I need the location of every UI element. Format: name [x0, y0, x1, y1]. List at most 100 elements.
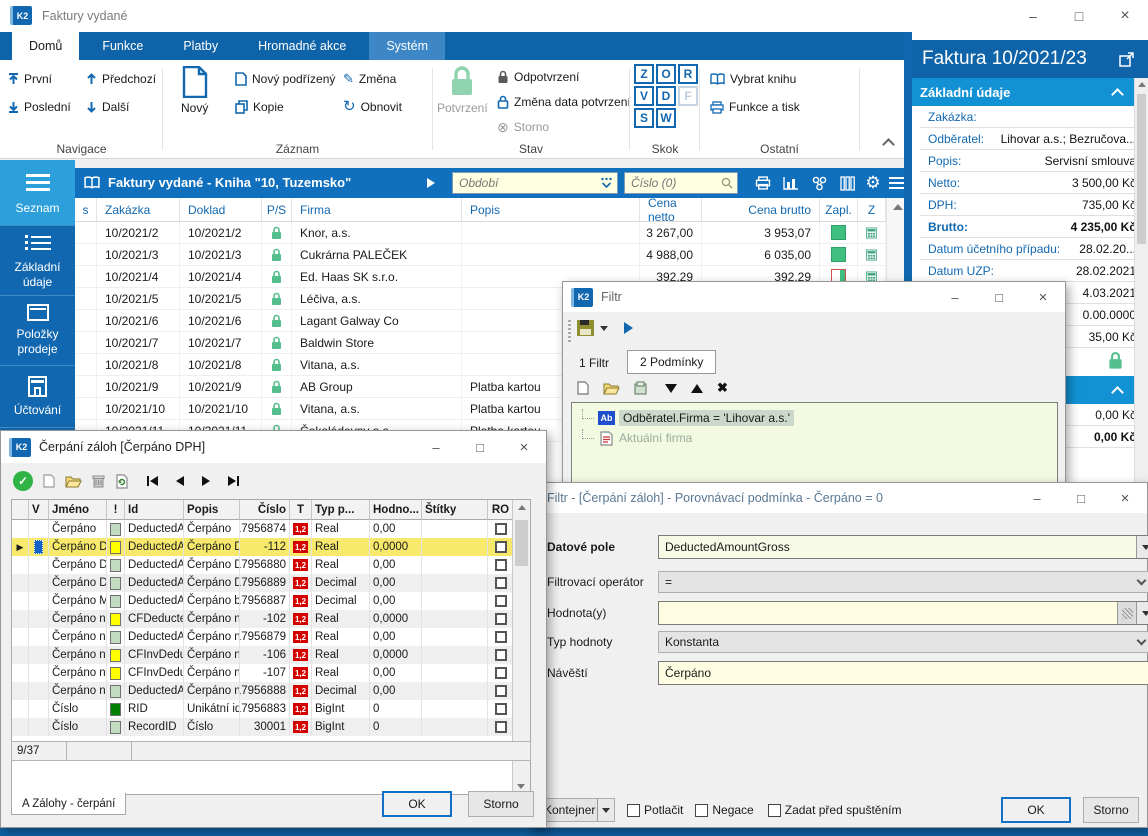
- checkbox-zadat-pred-spustenim[interactable]: Zadat před spuštěním: [768, 803, 902, 817]
- confirm-button[interactable]: Potvrzení: [437, 66, 488, 115]
- readonly-checkbox[interactable]: [495, 703, 507, 715]
- col-header-popis[interactable]: Popis: [462, 198, 640, 221]
- col-header-flag[interactable]: !: [107, 500, 125, 520]
- table-row[interactable]: Čerpáno DF DeductedA Čerpáno DF 17956889…: [12, 574, 530, 592]
- readonly-checkbox[interactable]: [495, 523, 507, 535]
- storno-button[interactable]: ⊗ Storno: [497, 116, 549, 138]
- print-icon[interactable]: [752, 173, 774, 193]
- table-row[interactable]: ▶ Čerpáno DF DeductedA Čerpáno DF -112 1…: [12, 538, 530, 556]
- readonly-checkbox[interactable]: [495, 685, 507, 697]
- scroll-down-icon[interactable]: [517, 784, 525, 789]
- col-header-ro[interactable]: RO: [488, 500, 514, 520]
- bottom-tab-zalohy-cerpani[interactable]: A Zálohy - čerpání: [11, 793, 126, 815]
- open-folder-icon[interactable]: [65, 475, 82, 488]
- col-header-cislo[interactable]: Číslo: [240, 500, 290, 520]
- next-record-icon[interactable]: [202, 476, 210, 486]
- jump-o-button[interactable]: O: [656, 64, 676, 84]
- checkbox-icon[interactable]: [695, 804, 708, 817]
- operator-combo[interactable]: =: [658, 571, 1148, 593]
- readonly-checkbox[interactable]: [495, 577, 507, 589]
- col-header-ps[interactable]: P/S: [262, 198, 292, 221]
- change-button[interactable]: ✎ Změna: [343, 68, 396, 90]
- col-header-zakazka[interactable]: Zakázka: [97, 198, 180, 221]
- table-row[interactable]: Čerpáno ne CFInvDedu Čerpáno na -107 1,2…: [12, 664, 530, 682]
- copy-button[interactable]: Kopie: [235, 96, 284, 118]
- close-button[interactable]: ×: [1103, 483, 1147, 513]
- table-row[interactable]: 10/2021/3 10/2021/3 Cukrárna PALEČEK 4 9…: [75, 244, 908, 266]
- new-condition-icon[interactable]: [577, 381, 589, 395]
- col-header-id[interactable]: Id: [125, 500, 184, 520]
- tab-platby[interactable]: Platby: [166, 32, 235, 60]
- confirm-check-icon[interactable]: ✓: [13, 471, 33, 491]
- readonly-checkbox[interactable]: [495, 595, 507, 607]
- table-row[interactable]: Čerpáno ne DeductedA Čerpáno ne 17956888…: [12, 682, 530, 700]
- change-confirm-date-button[interactable]: Změna data potvrzení: [497, 91, 631, 113]
- functions-print-button[interactable]: Funkce a tisk: [710, 96, 800, 118]
- table-row[interactable]: Čerpáno DeductedA Čerpáno 17956874 1,2 R…: [12, 520, 530, 538]
- readonly-checkbox[interactable]: [495, 541, 507, 553]
- col-header-doklad[interactable]: Doklad: [180, 198, 262, 221]
- table-row[interactable]: Čerpáno DF DeductedA Čerpáno DF 17956880…: [12, 556, 530, 574]
- jump-v-button[interactable]: V: [634, 86, 654, 106]
- tab-hromadne-akce[interactable]: Hromadné akce: [241, 32, 363, 60]
- checkbox-negace[interactable]: Negace: [695, 803, 753, 817]
- col-header-cena-netto[interactable]: Cena netto: [640, 198, 702, 221]
- table-row[interactable]: Čerpáno ne DeductedA Čerpáno ne 17956879…: [12, 628, 530, 646]
- readonly-checkbox[interactable]: [495, 667, 507, 679]
- close-button[interactable]: ×: [1021, 282, 1065, 312]
- package-icon[interactable]: [634, 381, 647, 395]
- save-dropdown-icon[interactable]: [600, 326, 608, 331]
- new-button[interactable]: Nový: [181, 66, 208, 115]
- minimize-button[interactable]: –: [414, 431, 458, 463]
- table-row[interactable]: Čerpáno ne CFDeducte Čerpáno ne -102 1,2…: [12, 610, 530, 628]
- jump-w-button[interactable]: W: [656, 108, 676, 128]
- save-filter-icon[interactable]: [577, 320, 594, 336]
- open-external-icon[interactable]: [1119, 52, 1134, 67]
- move-up-icon[interactable]: [691, 384, 703, 393]
- sidebar-item-seznam[interactable]: Seznam: [0, 160, 75, 226]
- select-book-button[interactable]: Vybrat knihu: [710, 68, 796, 90]
- checkbox-icon[interactable]: [627, 804, 640, 817]
- table-row[interactable]: Čerpáno M DeductedA Čerpáno br 17956887 …: [12, 592, 530, 610]
- col-header-t[interactable]: T: [290, 500, 312, 520]
- ok-button[interactable]: OK: [382, 791, 452, 817]
- jump-s-button[interactable]: S: [634, 108, 654, 128]
- col-header-hodnota[interactable]: Hodno...: [370, 500, 422, 520]
- tab-filtr[interactable]: 1 Filtr: [579, 356, 609, 370]
- next-button[interactable]: Další: [86, 96, 129, 118]
- table-row[interactable]: Čerpáno ne CFInvDedu Čerpáno na -106 1,2…: [12, 646, 530, 664]
- collapse-section-icon[interactable]: [1111, 88, 1124, 101]
- minimize-button[interactable]: –: [1015, 483, 1059, 513]
- last-button[interactable]: Poslední: [8, 96, 71, 118]
- dropdown-icon[interactable]: [1136, 602, 1148, 624]
- tab-domu[interactable]: Domů: [12, 32, 79, 60]
- scroll-thumb[interactable]: [515, 520, 528, 566]
- refresh-button[interactable]: ↻ Obnovit: [343, 96, 402, 118]
- delete-condition-icon[interactable]: ✖: [717, 380, 728, 396]
- unconfirm-button[interactable]: Odpotvrzení: [497, 66, 579, 88]
- tab-funkce[interactable]: Funkce: [85, 32, 160, 60]
- run-filter-icon[interactable]: [624, 322, 633, 334]
- maximize-button[interactable]: □: [458, 431, 502, 463]
- previous-button[interactable]: Předchozí: [86, 68, 156, 90]
- caption-input[interactable]: Čerpáno: [658, 661, 1148, 685]
- jump-r-button[interactable]: R: [678, 64, 698, 84]
- delete-icon[interactable]: [92, 474, 105, 488]
- tab-podminky[interactable]: 2 Podmínky: [627, 350, 716, 374]
- readonly-checkbox[interactable]: [495, 631, 507, 643]
- columns-icon[interactable]: [836, 173, 858, 193]
- close-button[interactable]: ×: [502, 431, 546, 463]
- jump-d-button[interactable]: D: [656, 86, 676, 106]
- gear-icon[interactable]: ⚙: [862, 173, 884, 193]
- collapse-ribbon-icon[interactable]: [882, 138, 895, 151]
- workflow-icon[interactable]: [808, 173, 830, 193]
- sidebar-item-zakladni-udaje[interactable]: Základní údaje: [0, 226, 75, 296]
- readonly-checkbox[interactable]: [495, 559, 507, 571]
- sidebar-item-polozky-prodeje[interactable]: Položky prodeje: [0, 296, 75, 366]
- table-row[interactable]: Číslo RecordID Číslo 30001 1,2 BigInt 0: [12, 718, 530, 736]
- new-child-button[interactable]: Nový podřízený: [235, 68, 335, 90]
- scroll-up-icon[interactable]: [1138, 82, 1146, 87]
- section-header-zakladni-udaje[interactable]: Základní údaje: [912, 78, 1134, 106]
- scroll-up-icon[interactable]: [518, 505, 526, 510]
- col-header-firma[interactable]: Firma: [292, 198, 462, 221]
